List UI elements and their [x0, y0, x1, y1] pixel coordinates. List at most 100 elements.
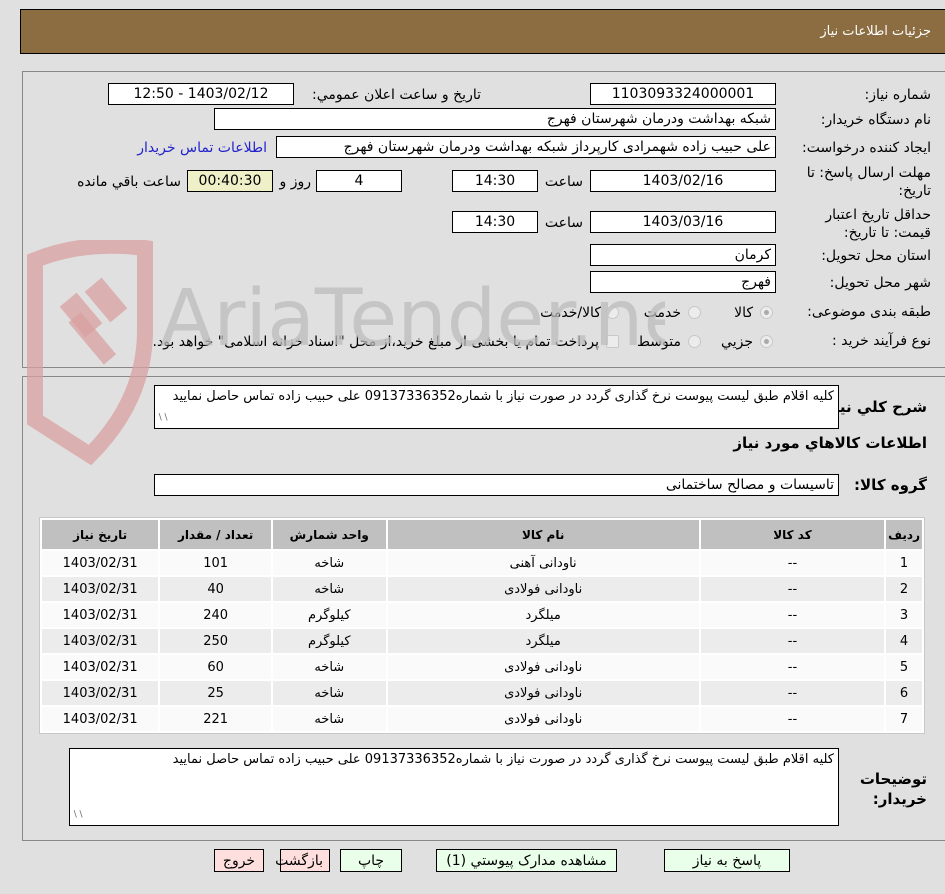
page-header: جزئيات اطلاعات نياز [20, 9, 945, 54]
attachments-button[interactable]: مشاهده مدارک پیوستي (1) [436, 849, 617, 872]
print-button[interactable]: چاپ [340, 849, 402, 872]
buyer-notes-text: کلیه اقلام طبق لیست پیوست نرخ گذاری گردد… [172, 752, 834, 767]
goods-table: رديف کد کالا نام کالا واحد شمارش تعداد /… [39, 517, 925, 734]
cell-need-date: 1403/02/31 [42, 603, 159, 627]
delivery-province-field: کرمان [590, 244, 776, 266]
cell-row-number: 1 [886, 551, 922, 575]
category-option-service: خدمت [643, 305, 681, 321]
cell-code: -- [700, 577, 885, 601]
col-header-unit: واحد شمارش [272, 520, 386, 549]
response-deadline-label: مهلت ارسال پاسخ: تا تاریخ: [806, 165, 931, 199]
remaining-time-field: 00:40:30 [187, 170, 273, 192]
cell-row-number: 5 [886, 655, 922, 679]
need-number-label: شماره نیاز: [864, 87, 932, 103]
response-deadline-time-label: ساعت [544, 174, 583, 190]
resize-grip-icon[interactable]: ∖∖ [72, 807, 83, 824]
buyer-org-field: شبکه بهداشت ودرمان شهرستان فهرج [214, 108, 776, 130]
price-validity-label: حداقل تاریخ اعتبار قیمت: تا تاریخ: [825, 207, 931, 241]
category-option-goods-service: کالا/خدمت [540, 305, 601, 321]
table-row: 2 -- ناودانی فولادی شاخه 40 1403/02/31 [42, 577, 922, 601]
price-validity-date: 1403/03/16 [590, 211, 776, 233]
cell-code: -- [700, 707, 885, 731]
respond-button[interactable]: پاسخ به نیاز [664, 849, 790, 872]
buyer-notes-label: توضیحات خریدار: [859, 770, 927, 808]
purchase-type-label: نوع فرآیند خرید : [832, 333, 931, 349]
remaining-days-field: 4 [316, 170, 402, 192]
buyer-notes-textarea[interactable]: کلیه اقلام طبق لیست پیوست نرخ گذاری گردد… [69, 748, 839, 826]
response-deadline-time: 14:30 [452, 170, 538, 192]
cell-quantity: 221 [160, 707, 271, 731]
cell-code: -- [700, 655, 885, 679]
delivery-city-label: شهر محل تحویل: [829, 275, 931, 291]
cell-quantity: 101 [160, 551, 271, 575]
cell-code: -- [700, 603, 885, 627]
cell-row-number: 4 [886, 629, 922, 653]
cell-unit: شاخه [272, 681, 386, 705]
resize-grip-icon[interactable]: ∖∖ [157, 410, 168, 427]
category-radio-service[interactable] [688, 306, 701, 319]
remaining-time-label: ساعت باقي مانده [77, 174, 181, 190]
price-validity-time-label: ساعت [544, 215, 583, 231]
col-header-need-date: تاریخ نیاز [42, 520, 159, 549]
requester-field: علی حبیب زاده شهمرادی کارپرداز شبکه بهدا… [276, 136, 776, 158]
delivery-city-field: فهرج [590, 271, 776, 293]
cell-quantity: 240 [160, 603, 271, 627]
col-header-row-number: رديف [886, 520, 922, 549]
buyer-org-label: نام دستگاه خریدار: [820, 112, 931, 128]
goods-group-field: تاسیسات و مصالح ساختمانی [154, 474, 839, 496]
cell-name: ناودانی فولادی [387, 655, 699, 679]
cell-quantity: 40 [160, 577, 271, 601]
need-number-field: 1103093324000001 [590, 83, 776, 105]
cell-name: میلگرد [387, 603, 699, 627]
cell-unit: کیلوگرم [272, 603, 386, 627]
table-header-row: رديف کد کالا نام کالا واحد شمارش تعداد /… [42, 520, 922, 549]
cell-code: -- [700, 551, 885, 575]
col-header-quantity: تعداد / مقدار [160, 520, 271, 549]
cell-row-number: 2 [886, 577, 922, 601]
exit-button[interactable]: خروج [214, 849, 264, 872]
response-deadline-date: 1403/02/16 [590, 170, 776, 192]
cell-name: ناودانی فولادی [387, 577, 699, 601]
category-option-goods: کالا [734, 305, 753, 321]
cell-unit: کیلوگرم [272, 629, 386, 653]
treasury-checkbox[interactable] [606, 335, 619, 348]
buyer-contact-link[interactable]: اطلاعات تماس خریدار [137, 140, 267, 156]
cell-unit: شاخه [272, 551, 386, 575]
table-row: 3 -- میلگرد کیلوگرم 240 1403/02/31 [42, 603, 922, 627]
cell-need-date: 1403/02/31 [42, 681, 159, 705]
need-details-panel: شرح كلي نياز: کلیه اقلام طبق لیست پیوست … [22, 376, 945, 841]
days-label: روز و [279, 174, 312, 190]
goods-group-label: گروه کالا: [854, 476, 927, 494]
table-row: 6 -- ناودانی فولادی شاخه 25 1403/02/31 [42, 681, 922, 705]
cell-row-number: 3 [886, 603, 922, 627]
cell-code: -- [700, 681, 885, 705]
cell-quantity: 250 [160, 629, 271, 653]
general-desc-textarea[interactable]: کلیه اقلام طبق لیست پیوست نرخ گذاری گردد… [154, 385, 839, 429]
need-info-panel: شماره نیاز: 1103093324000001 تاريخ و ساع… [22, 71, 945, 368]
category-label: طبقه بندی موضوعی: [807, 304, 931, 320]
cell-code: -- [700, 629, 885, 653]
category-radio-goods[interactable] [760, 306, 773, 319]
purchase-type-option-medium: متوسط [637, 334, 681, 350]
cell-row-number: 7 [886, 707, 922, 731]
cell-unit: شاخه [272, 707, 386, 731]
treasury-note: پرداخت تمام یا بخشی از مبلغ خرید،از محل … [152, 334, 599, 350]
cell-name: ناودانی آهنی [387, 551, 699, 575]
purchase-type-radio-minor[interactable] [760, 335, 773, 348]
col-header-code: کد کالا [700, 520, 885, 549]
requester-label: ایجاد کننده درخواست: [802, 140, 931, 156]
purchase-type-option-minor: جزيي [721, 334, 753, 350]
general-desc-text: کلیه اقلام طبق لیست پیوست نرخ گذاری گردد… [172, 389, 834, 404]
purchase-type-radio-medium[interactable] [688, 335, 701, 348]
table-row: 5 -- ناودانی فولادی شاخه 60 1403/02/31 [42, 655, 922, 679]
cell-unit: شاخه [272, 655, 386, 679]
back-button[interactable]: بازگشت [275, 849, 330, 872]
cell-unit: شاخه [272, 577, 386, 601]
cell-need-date: 1403/02/31 [42, 707, 159, 731]
price-validity-time: 14:30 [452, 211, 538, 233]
cell-name: ناودانی فولادی [387, 681, 699, 705]
delivery-province-label: استان محل تحویل: [821, 248, 931, 264]
page-title: جزئيات اطلاعات نياز [820, 24, 931, 39]
cell-need-date: 1403/02/31 [42, 655, 159, 679]
category-radio-goods-service[interactable] [606, 306, 619, 319]
